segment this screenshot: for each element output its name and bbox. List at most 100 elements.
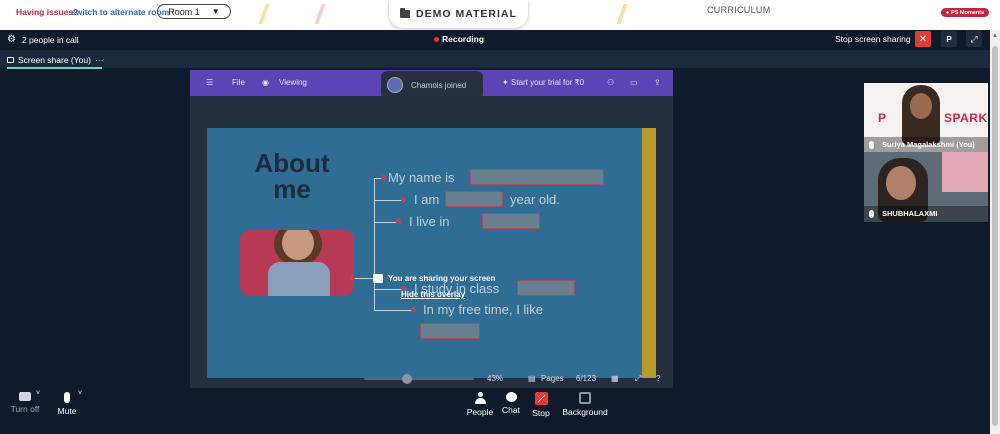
chat-bubble-icon <box>505 392 517 402</box>
participant-name: Suriya Magalakshmi (You) <box>882 140 975 149</box>
slide: About me My name is I am year old. I liv… <box>207 128 656 378</box>
hide-overlay-link[interactable]: Hide this overlay <box>401 290 465 299</box>
participant-face <box>886 166 916 200</box>
people-count[interactable]: ⚙ 2 people in call <box>7 34 79 45</box>
slide-title: About me <box>237 150 347 202</box>
participant-tile[interactable]: SHUBHALAXMI <box>864 152 988 222</box>
sharing-overlay-text: You are sharing your screen <box>388 274 496 283</box>
people-button[interactable]: People <box>465 392 495 417</box>
microphone-icon <box>869 210 874 218</box>
camera-icon: ● <box>945 9 950 16</box>
answer-blank <box>470 169 604 185</box>
camera-toggle-button[interactable]: ˅ Turn off <box>10 390 41 414</box>
answer-blank <box>445 191 503 207</box>
microphone-icon <box>869 141 874 149</box>
connector-node <box>381 175 386 180</box>
connector-line <box>374 289 404 290</box>
connector-node <box>350 275 355 280</box>
stop-sharing-button[interactable]: Stop <box>529 392 553 418</box>
call-header: ⚙ 2 people in call Recording Stop screen… <box>0 30 990 50</box>
video-camera-icon <box>19 392 31 401</box>
participant-face <box>910 93 932 119</box>
background-button[interactable]: Background <box>560 392 610 417</box>
chevron-down-icon[interactable]: ˅ <box>78 390 82 397</box>
scroll-up-icon[interactable]: ▲ <box>992 33 998 39</box>
avatar <box>387 77 403 93</box>
room-select[interactable]: Room 1 ▼ <box>157 4 231 19</box>
join-toast: Chamois joined <box>381 71 483 99</box>
tile-background-detail <box>942 152 988 192</box>
connector-node <box>411 307 416 312</box>
share-icon: ⇪ <box>654 78 661 87</box>
screen-share-tab-label: Screen share (You) <box>18 55 91 65</box>
decor-stripe <box>616 4 628 24</box>
connector-node <box>401 197 406 202</box>
slide-text-line: year old. <box>510 192 560 207</box>
demo-material-tab[interactable]: DEMO MATERIAL <box>389 0 528 28</box>
ps-moments-button[interactable]: ● PS Moments <box>941 8 989 17</box>
demo-material-label: DEMO MATERIAL <box>416 8 517 20</box>
more-options-icon[interactable]: ··· <box>95 55 104 65</box>
shared-app-footer: 43% ▤ Pages 6/123 ▦ ⤢ ? <box>190 368 673 388</box>
slide-text-line: I am <box>414 192 440 207</box>
person-icon <box>474 392 486 404</box>
grid-icon: ▦ <box>611 374 619 383</box>
participant-tile[interactable]: P SPARK Suriya Magalakshmi (You) <box>864 83 988 153</box>
sharing-overlay-message: You are sharing your screen <box>373 274 495 283</box>
chat-label: Chat <box>502 405 520 415</box>
zoom-slider-knob <box>402 374 412 384</box>
mute-button[interactable]: ˅ Mute <box>54 390 83 416</box>
background-icon <box>579 392 591 404</box>
decor-stripe <box>258 4 270 24</box>
mute-label: Mute <box>57 406 77 416</box>
brand-logo-left: P <box>878 111 887 125</box>
slide-text-line: My name is <box>388 170 455 185</box>
scrollbar-thumb[interactable] <box>992 46 998 426</box>
curriculum-tab[interactable]: CURRICULUM <box>707 5 771 15</box>
trial-link: Start your trial for ₹0 <box>511 78 585 87</box>
screen-icon <box>7 57 14 63</box>
menu-icon: ☰ <box>206 78 214 87</box>
stop-sharing-close-button[interactable]: ✕ <box>915 31 931 47</box>
brand-logo-right: SPARK <box>944 111 988 125</box>
decor-stripe <box>314 4 326 24</box>
gear-icon[interactable]: ⚙ <box>7 34 16 45</box>
screen-share-tab[interactable]: Screen share (You) ··· <box>7 55 103 65</box>
microphone-icon <box>64 392 70 403</box>
fullscreen-button[interactable]: ⤢ <box>966 31 982 47</box>
switch-room-link[interactable]: switch to alternate room <box>71 7 169 17</box>
background-label: Background <box>562 407 608 417</box>
people-count-label: 2 people in call <box>21 34 79 45</box>
top-bar: Having issues? switch to alternate room … <box>0 0 1000 28</box>
ps-moments-label: PS Moments <box>951 9 985 16</box>
viewing-menu: Viewing <box>279 78 307 87</box>
file-menu: File <box>232 78 245 87</box>
page-count: 6/123 <box>576 374 597 383</box>
expand-icon: ⤢ <box>635 374 642 383</box>
connector-line <box>354 278 374 279</box>
answer-blank <box>517 280 575 296</box>
dropdown-arrow-icon: ▼ <box>211 7 220 16</box>
participant-p-button[interactable]: P <box>941 31 957 47</box>
recording-label: Recording <box>442 34 485 44</box>
screen-share-icon <box>373 274 383 283</box>
chevron-down-icon[interactable]: ˅ <box>36 390 40 397</box>
stop-label: Stop <box>532 408 550 418</box>
page-scrollbar[interactable]: ▲ <box>990 30 1000 434</box>
chat-button[interactable]: Chat <box>499 392 523 415</box>
slide-photo <box>240 230 354 296</box>
close-icon: ✕ <box>918 33 928 45</box>
pages-icon: ▤ <box>528 374 536 383</box>
slide-text-line: In my free time, I like <box>423 302 543 317</box>
stop-share-icon <box>534 392 548 405</box>
connector-line <box>374 310 414 311</box>
stop-screen-sharing-label[interactable]: Stop screen sharing <box>835 34 911 44</box>
answer-blank <box>482 213 540 229</box>
connector-line <box>374 178 375 311</box>
slide-title-line: me <box>273 174 311 204</box>
help-icon: ? <box>656 374 661 383</box>
camera-toggle-label: Turn off <box>10 404 40 414</box>
shared-screen: ☰ File ◉ Viewing ✦ Start your trial for … <box>190 70 673 388</box>
video-call-panel: ⚙ 2 people in call Recording Stop screen… <box>0 30 990 434</box>
room-select-value: Room 1 <box>168 6 200 17</box>
